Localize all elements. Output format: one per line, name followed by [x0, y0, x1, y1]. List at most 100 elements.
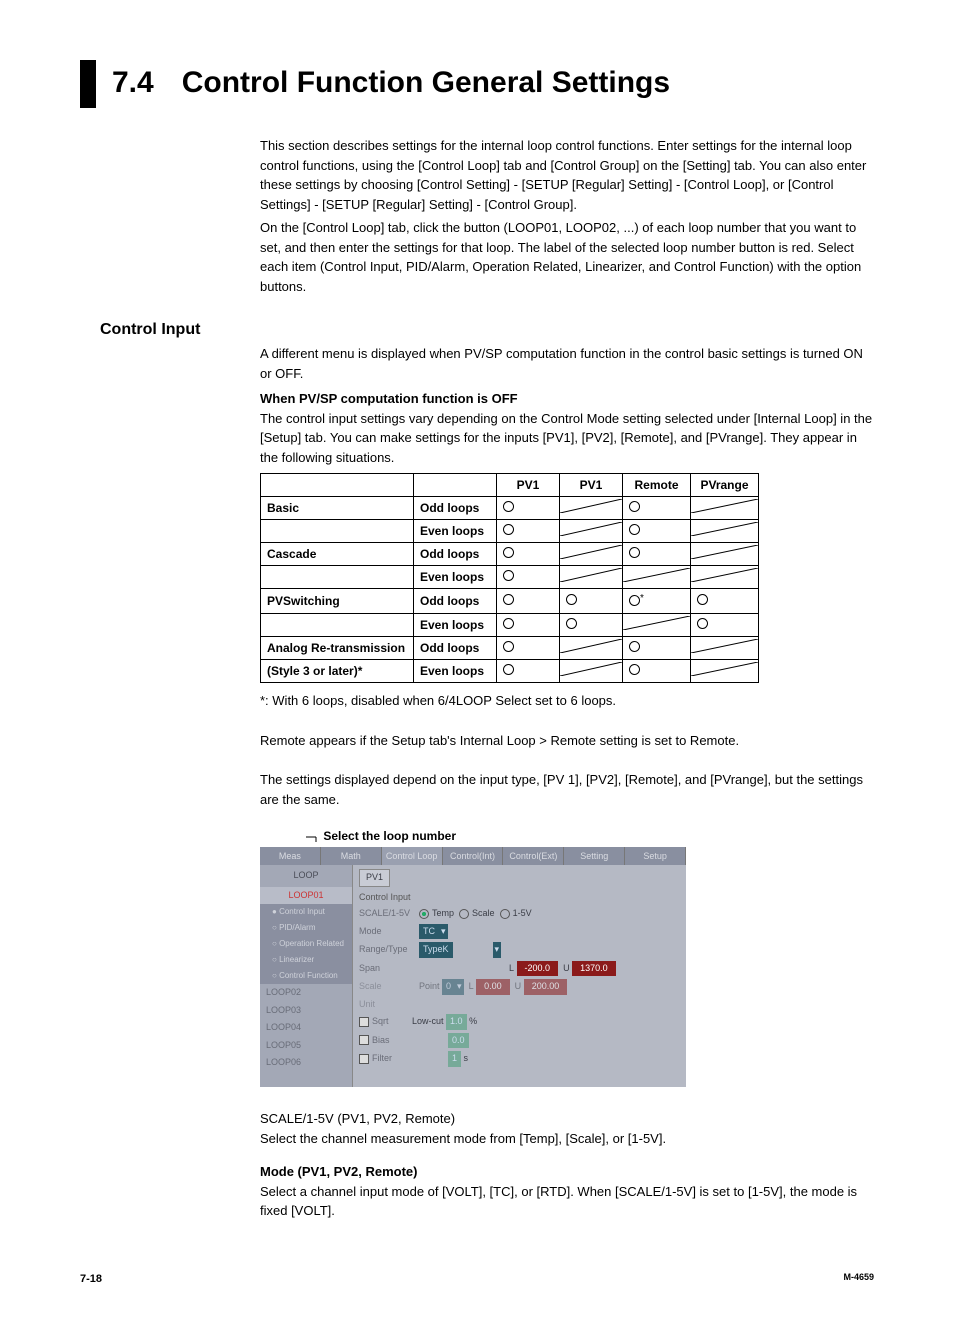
figure-caption: Select the loop number [306, 827, 874, 845]
tab-setup[interactable]: Setup [625, 847, 686, 865]
range-dropdown-icon[interactable]: ▾ [493, 942, 502, 958]
lowcut-value[interactable]: 1.0 [446, 1014, 467, 1030]
mode-label: Mode [359, 925, 419, 939]
th-pvrange: PVrange [691, 474, 759, 497]
ci-sub1-body: The control input settings vary dependin… [260, 409, 874, 468]
sub-control-function[interactable]: ○ Control Function [260, 968, 352, 984]
bias-value[interactable]: 0.0 [448, 1033, 469, 1049]
mode-desc-title: Mode (PV1, PV2, Remote) [260, 1162, 874, 1182]
loop05-button[interactable]: LOOP05 [260, 1037, 352, 1055]
loop06-button[interactable]: LOOP06 [260, 1054, 352, 1072]
point-dropdown-icon[interactable]: ▾ [455, 979, 464, 995]
page-number: 7-18 [80, 1271, 102, 1288]
intro-p2: On the [Control Loop] tab, click the but… [260, 218, 874, 296]
bias-checkbox[interactable] [359, 1035, 369, 1045]
sidebar-title: LOOP [260, 865, 352, 887]
opt-15v: 1-5V [513, 907, 532, 921]
table-row: Even loops [261, 520, 759, 543]
range-select[interactable]: TypeK [419, 942, 453, 958]
sub-pid-alarm[interactable]: ○ PID/Alarm [260, 920, 352, 936]
unit-label: Unit [359, 998, 419, 1012]
loop04-button[interactable]: LOOP04 [260, 1019, 352, 1037]
table-row: (Style 3 or later)*Even loops [261, 660, 759, 683]
scale-desc-title: SCALE/1-5V (PV1, PV2, Remote) [260, 1109, 874, 1129]
table-header-row: PV1 PV1 Remote PVrange [261, 474, 759, 497]
th-pv1b: PV1 [560, 474, 623, 497]
tab-setting[interactable]: Setting [564, 847, 625, 865]
control-input-heading: Control Input [100, 318, 874, 342]
section-number: 7.4 [112, 60, 154, 105]
scale2-u-label: U [515, 980, 522, 994]
scale-desc-body: Select the channel measurement mode from… [260, 1129, 874, 1149]
figure-caption-text: Select the loop number [323, 829, 456, 843]
scale2-u-value[interactable]: 200.00 [524, 979, 568, 995]
tab-control-ext[interactable]: Control(Ext) [503, 847, 564, 865]
table-row: Even loops [261, 614, 759, 637]
ci-sub1-title: When PV/SP computation function is OFF [260, 389, 874, 409]
table-footnote-2: Remote appears if the Setup tab's Intern… [260, 731, 874, 751]
bias-label: Bias [372, 1034, 412, 1048]
scale2-l-value[interactable]: 0.00 [476, 979, 510, 995]
intro-block: This section describes settings for the … [260, 136, 874, 296]
section-title: Control Function General Settings [182, 60, 670, 105]
filter-unit: s [464, 1052, 469, 1066]
th-blank2 [414, 474, 497, 497]
mode-dropdown-icon[interactable]: ▾ [439, 924, 448, 940]
opt-temp: Temp [432, 907, 454, 921]
radio-15v[interactable] [500, 909, 510, 919]
intro-p1: This section describes settings for the … [260, 136, 874, 214]
tab-meas[interactable]: Meas [260, 847, 321, 865]
loop03-button[interactable]: LOOP03 [260, 1002, 352, 1020]
filter-checkbox[interactable] [359, 1054, 369, 1064]
th-pv1a: PV1 [497, 474, 560, 497]
th-remote: Remote [623, 474, 691, 497]
lowcut-unit: % [469, 1015, 477, 1029]
filter-value[interactable]: 1 [448, 1051, 461, 1067]
sub-operation-related[interactable]: ○ Operation Related [260, 936, 352, 952]
title-bar-icon [80, 60, 96, 108]
filter-label: Filter [372, 1052, 412, 1066]
loop01-button[interactable]: LOOP01 [260, 887, 352, 905]
tab-control-loop[interactable]: Control Loop [382, 847, 443, 865]
doc-id: M-4659 [843, 1271, 874, 1288]
mode-select[interactable]: TC [419, 924, 439, 940]
point-label: Point [419, 980, 440, 994]
app-tabs: Meas Math Control Loop Control(Int) Cont… [260, 847, 686, 865]
group-label: Control Input [359, 891, 680, 905]
span-label: Span [359, 962, 419, 976]
radio-temp[interactable] [419, 909, 429, 919]
opt-scale: Scale [472, 907, 495, 921]
table-row: PVSwitchingOdd loops* [261, 589, 759, 614]
span-u-label: U [563, 962, 570, 976]
point-value[interactable]: 0 [442, 979, 455, 995]
pv1-tab[interactable]: PV1 [359, 869, 390, 887]
tab-math[interactable]: Math [321, 847, 382, 865]
table-row: BasicOdd loops [261, 497, 759, 520]
lowcut-label: Low-cut [412, 1015, 444, 1029]
tab-control-int[interactable]: Control(Int) [443, 847, 504, 865]
section-header: 7.4 Control Function General Settings [80, 60, 874, 108]
sqrt-checkbox[interactable] [359, 1017, 369, 1027]
sub-linearizer[interactable]: ○ Linearizer [260, 952, 352, 968]
radio-scale[interactable] [459, 909, 469, 919]
app-main-panel: PV1 Control Input SCALE/1-5V Temp Scale … [353, 865, 686, 1087]
page-footer: 7-18 M-4659 [80, 1271, 874, 1288]
ci-intro: A different menu is displayed when PV/SP… [260, 344, 874, 383]
app-screenshot: Meas Math Control Loop Control(Int) Cont… [260, 847, 686, 1087]
scale-label: SCALE/1-5V [359, 907, 419, 921]
span-u-value[interactable]: 1370.0 [572, 961, 616, 977]
loop-sidebar: LOOP LOOP01 ● Control Input ○ PID/Alarm … [260, 865, 353, 1087]
table-row: Analog Re-transmissionOdd loops [261, 637, 759, 660]
table-row: CascadeOdd loops [261, 543, 759, 566]
sqrt-label: Sqrt [372, 1015, 412, 1029]
loop02-button[interactable]: LOOP02 [260, 984, 352, 1002]
availability-table: PV1 PV1 Remote PVrange BasicOdd loopsEve… [260, 473, 759, 683]
span-l-value[interactable]: -200.0 [517, 961, 559, 977]
th-blank1 [261, 474, 414, 497]
scale2-label: Scale [359, 980, 419, 994]
table-footnote-3: The settings displayed depend on the inp… [260, 770, 874, 809]
sub-control-input[interactable]: ● Control Input [260, 904, 352, 920]
range-label: Range/Type [359, 943, 419, 957]
span-l-label: L [509, 962, 514, 976]
table-footnote-1: *: With 6 loops, disabled when 6/4LOOP S… [260, 691, 874, 711]
